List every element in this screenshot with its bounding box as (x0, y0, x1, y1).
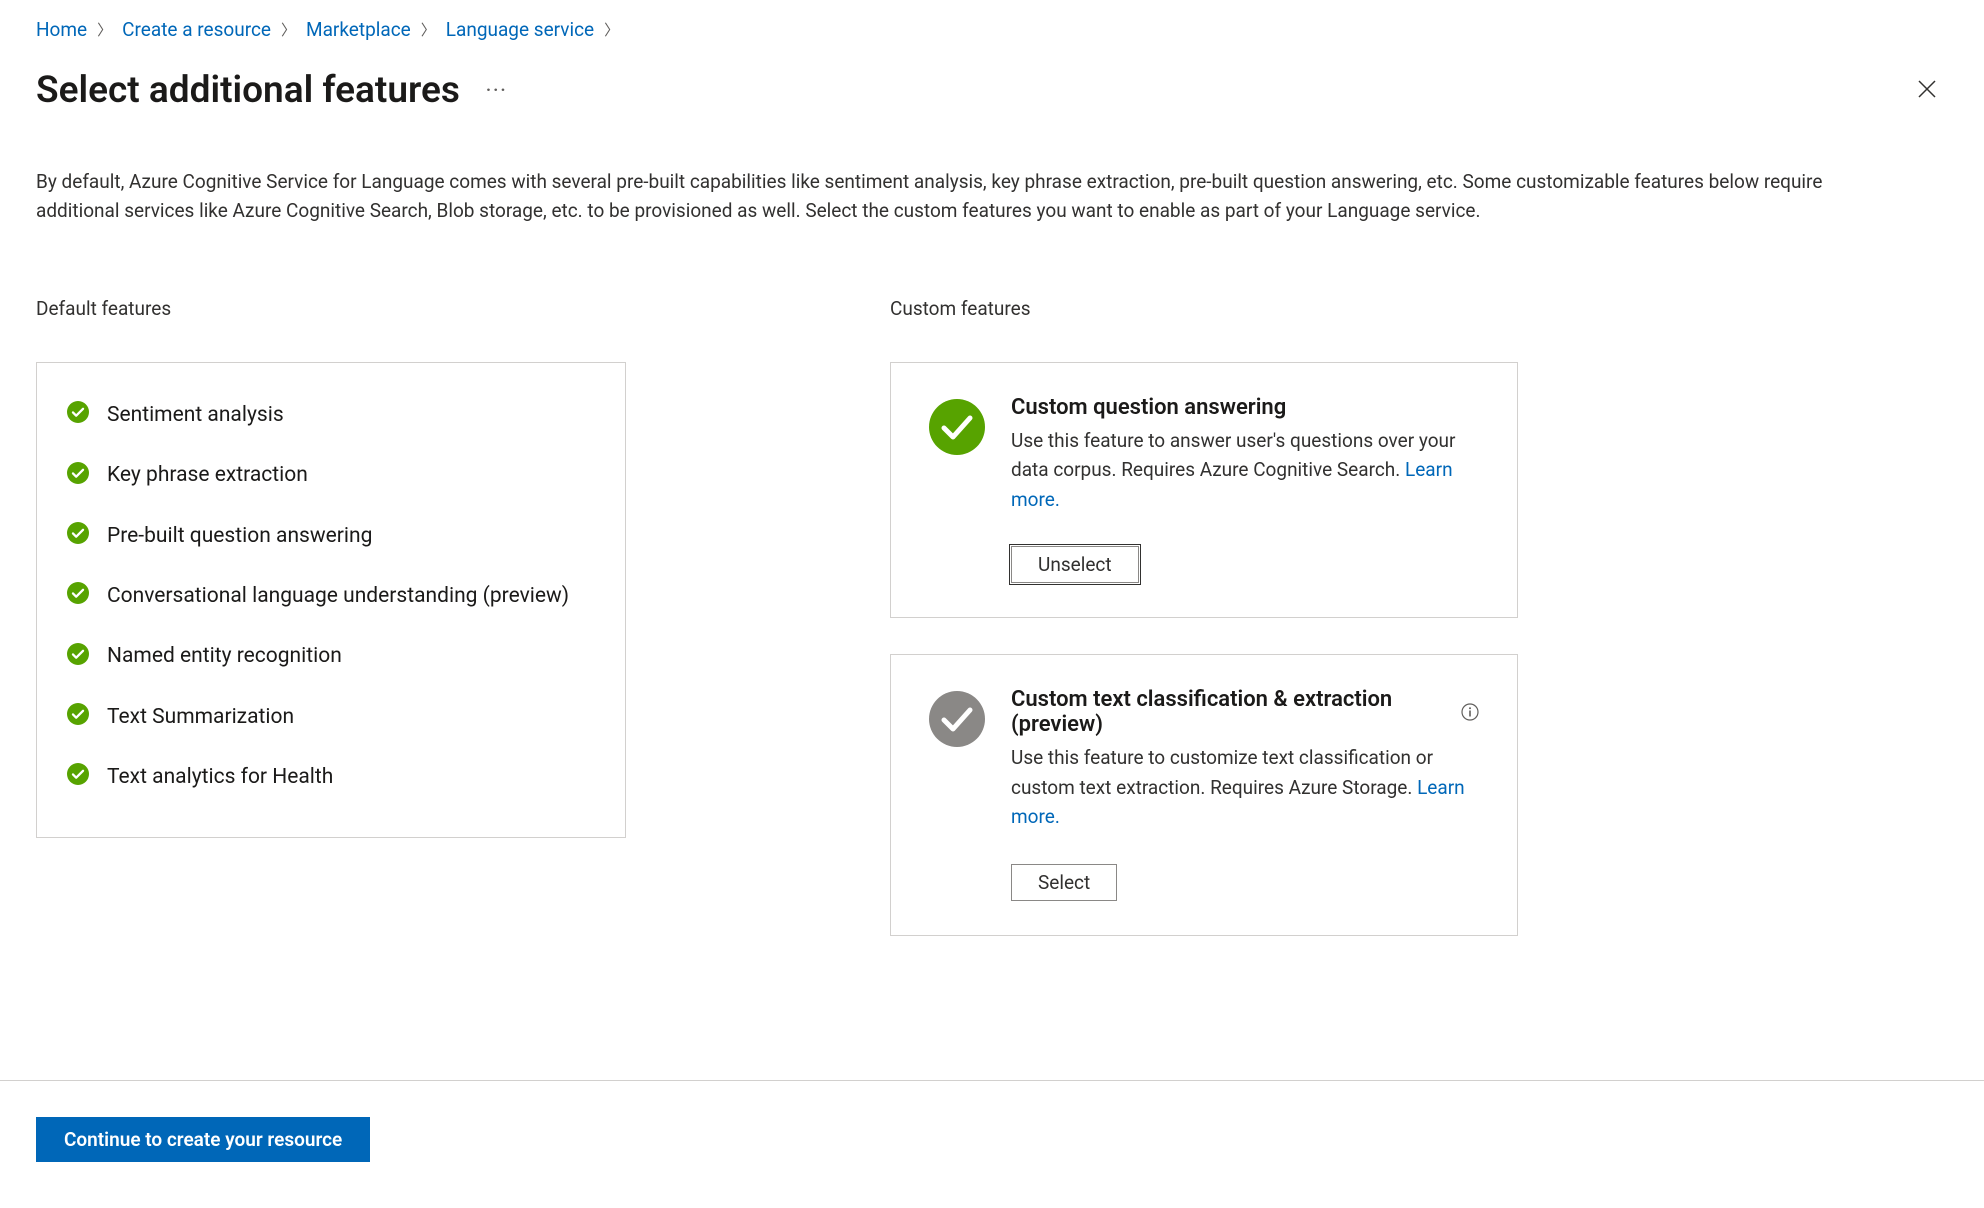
breadcrumb-link-marketplace[interactable]: Marketplace (306, 18, 411, 41)
chevron-right-icon: 〉 (604, 19, 619, 40)
page-title: Select additional features ··· (36, 69, 508, 112)
more-actions-icon[interactable]: ··· (486, 80, 508, 101)
footer-bar: Continue to create your resource (0, 1080, 1984, 1162)
custom-feature-card: Custom question answering Use this featu… (890, 362, 1518, 618)
custom-features-label: Custom features (890, 297, 1518, 320)
check-circle-icon (67, 582, 89, 610)
breadcrumb-link-language[interactable]: Language service (446, 18, 594, 41)
breadcrumb: Home 〉 Create a resource 〉 Marketplace 〉… (36, 18, 1948, 41)
close-icon[interactable] (1916, 77, 1938, 105)
breadcrumb-link-home[interactable]: Home (36, 18, 87, 41)
breadcrumb-link-create[interactable]: Create a resource (122, 18, 271, 41)
default-feature-label: Sentiment analysis (107, 401, 284, 429)
select-button[interactable]: Select (1011, 864, 1117, 901)
default-feature-item: Key phrase extraction (67, 461, 595, 489)
check-circle-large-icon (929, 399, 985, 514)
default-feature-label: Text analytics for Health (107, 763, 333, 791)
check-circle-icon (67, 462, 89, 490)
check-circle-icon (67, 763, 89, 791)
check-circle-large-icon (929, 691, 985, 831)
default-features-box: Sentiment analysis Key phrase extraction… (36, 362, 626, 838)
unselect-button[interactable]: Unselect (1011, 546, 1139, 583)
default-features-column: Default features Sentiment analysis Key … (36, 297, 626, 972)
intro-text: By default, Azure Cognitive Service for … (36, 168, 1866, 225)
chevron-right-icon: 〉 (421, 19, 436, 40)
default-feature-item: Text analytics for Health (67, 763, 595, 791)
custom-features-column: Custom features Custom question answerin… (890, 297, 1518, 972)
default-feature-label: Text Summarization (107, 703, 294, 731)
custom-feature-title: Custom question answering (1011, 395, 1479, 420)
default-feature-item: Text Summarization (67, 703, 595, 731)
default-feature-item: Conversational language understanding (p… (67, 582, 595, 610)
default-feature-item: Sentiment analysis (67, 401, 595, 429)
default-feature-item: Named entity recognition (67, 642, 595, 670)
default-features-label: Default features (36, 297, 626, 320)
check-circle-icon (67, 522, 89, 550)
chevron-right-icon: 〉 (281, 19, 296, 40)
default-feature-label: Named entity recognition (107, 642, 342, 670)
check-circle-icon (67, 643, 89, 671)
chevron-right-icon: 〉 (97, 19, 112, 40)
info-icon[interactable] (1461, 703, 1479, 721)
check-circle-icon (67, 401, 89, 429)
check-circle-icon (67, 703, 89, 731)
default-feature-label: Pre-built question answering (107, 522, 372, 550)
default-feature-label: Key phrase extraction (107, 461, 308, 489)
continue-button[interactable]: Continue to create your resource (36, 1117, 370, 1162)
default-feature-item: Pre-built question answering (67, 522, 595, 550)
default-feature-label: Conversational language understanding (p… (107, 582, 569, 610)
custom-feature-description: Use this feature to answer user's questi… (1011, 426, 1479, 514)
custom-feature-description: Use this feature to customize text class… (1011, 743, 1479, 831)
custom-feature-card: Custom text classification & extraction … (890, 654, 1518, 935)
custom-feature-title: Custom text classification & extraction … (1011, 687, 1479, 737)
